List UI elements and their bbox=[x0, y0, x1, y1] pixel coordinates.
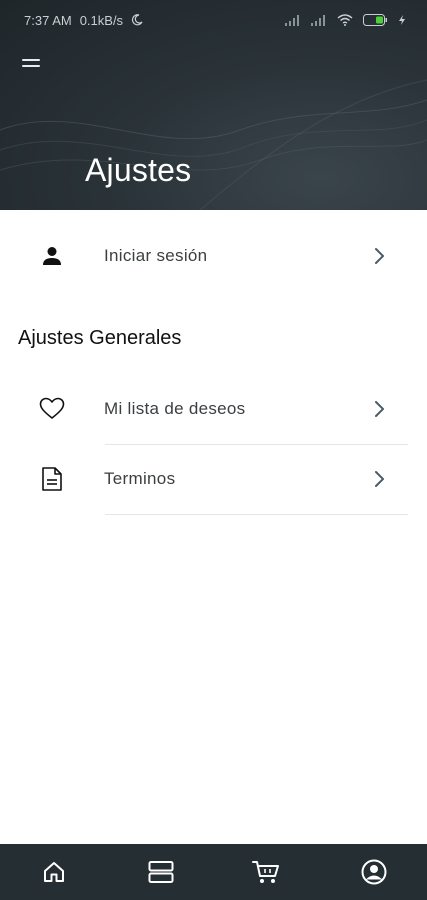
list-icon bbox=[148, 861, 174, 883]
home-icon bbox=[44, 862, 64, 882]
header-wave-decoration bbox=[0, 79, 427, 210]
chevron-right-icon bbox=[375, 471, 384, 487]
moon-icon bbox=[132, 14, 143, 26]
login-label: Iniciar sesión bbox=[104, 246, 208, 265]
bottom-nav bbox=[0, 844, 427, 900]
menu-button[interactable] bbox=[22, 55, 46, 79]
status-time: 7:37 AM bbox=[24, 12, 72, 28]
wifi-icon bbox=[337, 14, 353, 26]
terms-label: Terminos bbox=[104, 469, 176, 488]
wishlist-row[interactable]: Mi lista de deseos bbox=[0, 374, 427, 444]
hamburger-menu-icon bbox=[22, 59, 40, 61]
account-icon bbox=[361, 859, 387, 885]
divider bbox=[105, 514, 408, 515]
section-title-general: Ajustes Generales bbox=[18, 327, 182, 349]
nav-home-button[interactable] bbox=[40, 858, 68, 886]
status-speed: 0.1kB/s bbox=[79, 12, 124, 28]
signal-icon bbox=[285, 15, 299, 26]
nav-catalog-button[interactable] bbox=[147, 858, 175, 886]
nav-account-button[interactable] bbox=[360, 858, 388, 886]
cart-icon bbox=[252, 861, 279, 883]
chevron-right-icon bbox=[375, 248, 384, 264]
signal-icon-2 bbox=[311, 15, 325, 26]
wishlist-label: Mi lista de deseos bbox=[104, 399, 246, 418]
person-icon bbox=[38, 242, 66, 270]
battery-icon bbox=[363, 14, 387, 26]
page-title: Ajustes bbox=[85, 152, 192, 188]
nav-cart-button[interactable] bbox=[252, 858, 280, 886]
hamburger-line bbox=[22, 65, 40, 67]
terms-row[interactable]: Terminos bbox=[0, 444, 427, 514]
login-row[interactable]: Iniciar sesión bbox=[0, 221, 427, 291]
heart-icon bbox=[38, 395, 66, 423]
header: 7:37 AM 0.1kB/s Ajustes bbox=[0, 0, 427, 210]
chevron-right-icon bbox=[375, 401, 384, 417]
charging-icon bbox=[399, 15, 405, 25]
document-icon bbox=[38, 465, 66, 493]
status-bar: 7:37 AM 0.1kB/s bbox=[0, 0, 427, 40]
